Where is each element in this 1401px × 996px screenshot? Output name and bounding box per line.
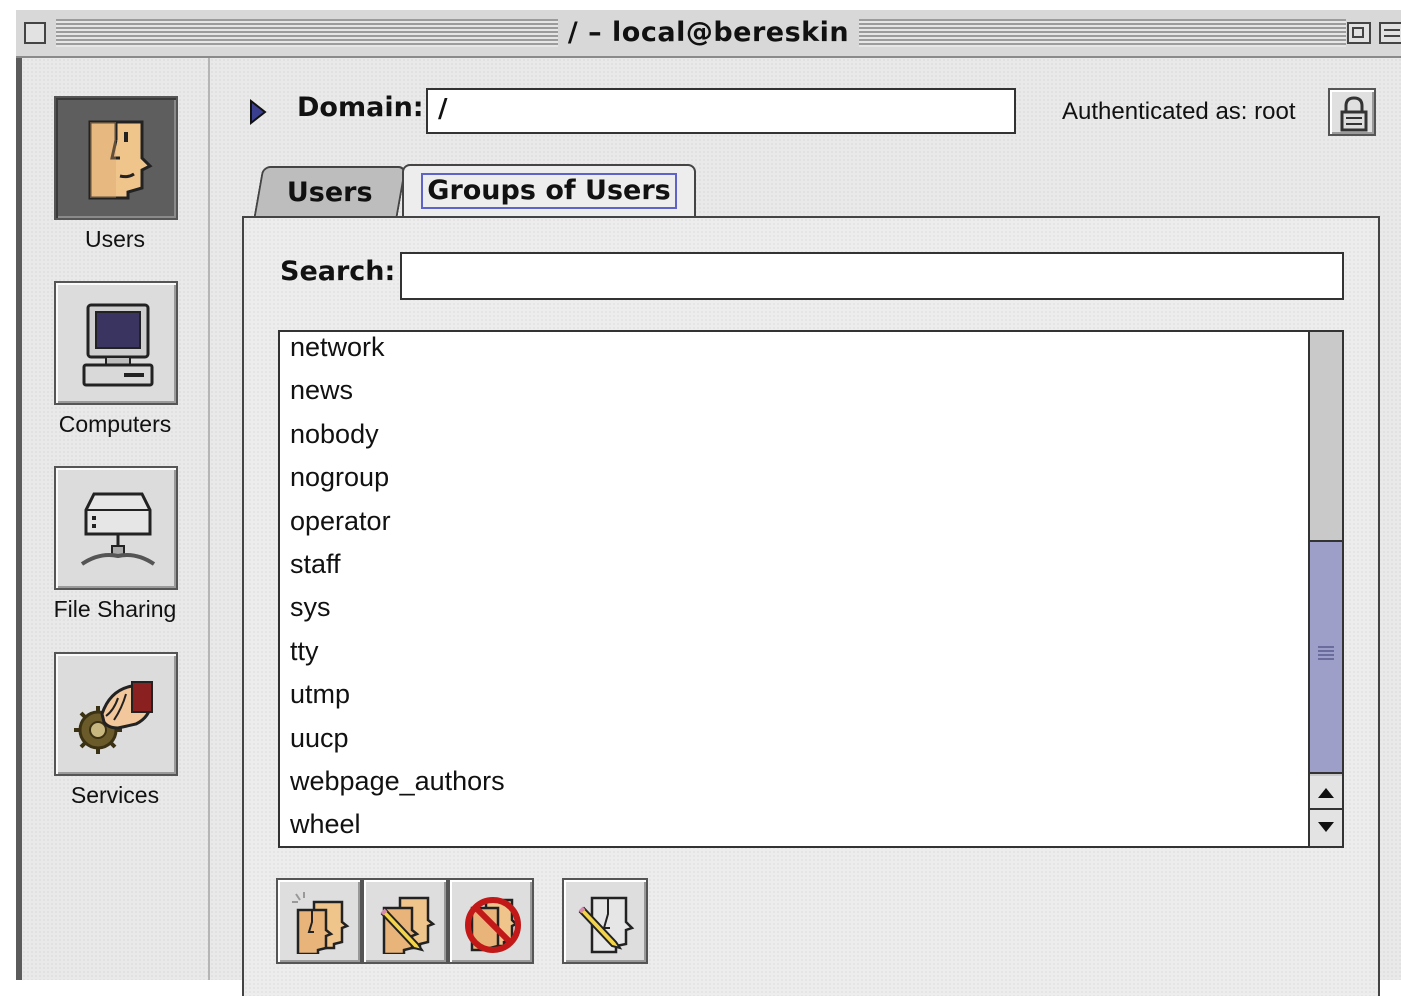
computers-button[interactable] [54,281,178,405]
list-item[interactable]: webpage_authors [280,766,1342,809]
list-item[interactable]: tty [280,636,1342,679]
tab-users-label: Users [286,177,373,208]
domain-field[interactable]: / [426,88,1016,134]
window-title: / – local@bereskin [557,17,860,48]
list-item[interactable]: utmp [280,679,1342,722]
search-label: Search: [280,256,396,287]
users-button[interactable] [54,96,178,220]
scroll-down-button[interactable] [1310,810,1342,846]
tab-panel: Search: network news nobody nogroup oper… [242,216,1380,996]
arrow-up-icon [1318,788,1334,798]
services-button[interactable] [54,652,178,776]
search-input[interactable] [400,252,1344,300]
delete-group-icon [465,897,521,953]
arrow-down-icon [1318,822,1334,832]
list-item[interactable]: nogroup [280,462,1342,505]
disclosure-triangle-icon[interactable] [248,98,268,126]
sidebar-item-label: Computers [58,411,172,437]
scroll-thumb[interactable] [1310,540,1342,774]
sidebar-item-label: File Sharing [53,596,177,622]
lock-button[interactable] [1328,88,1376,136]
computer-icon [82,303,154,387]
title-bar[interactable]: / – local@bereskin [16,10,1401,58]
new-group-button[interactable] [276,878,362,964]
list-item[interactable]: uucp [280,723,1342,766]
user-face-icon [88,120,153,200]
edit-group-icon [380,896,436,954]
duplicate-edit-icon [578,896,635,954]
list-item[interactable]: network [280,332,1342,375]
tab-users[interactable]: Users [253,166,407,218]
list-item[interactable]: sys [280,592,1342,635]
groups-list[interactable]: network news nobody nogroup operator sta… [278,330,1344,848]
lock-icon [1340,96,1368,132]
app-window: / – local@bereskin Users Computers File … [16,10,1401,996]
list-item[interactable]: nobody [280,419,1342,462]
collapse-box-icon[interactable] [1379,22,1401,44]
edit-group-button[interactable] [362,878,448,964]
tab-groups-of-users[interactable]: Groups of Users [402,164,696,220]
file-server-icon [80,492,156,566]
zoom-box-icon[interactable] [1347,22,1371,44]
services-hand-icon [74,681,153,754]
list-item[interactable]: news [280,375,1342,418]
new-group-icon [292,892,350,954]
domain-label: Domain: [297,92,424,123]
tab-groups-label: Groups of Users [421,173,677,209]
list-item[interactable]: operator [280,506,1342,549]
list-item[interactable]: wheel [280,809,1342,846]
sidebar-item-label: Services [70,782,160,808]
scroll-grip-icon [1318,646,1334,662]
file-sharing-button[interactable] [54,466,178,590]
list-scrollbar[interactable] [1308,332,1342,846]
scroll-up-button[interactable] [1310,776,1342,810]
sidebar: Users Computers File Sharing Services [22,58,210,980]
edit-user-button[interactable] [562,878,648,964]
sidebar-item-label: Users [84,226,146,252]
authenticated-as-text: Authenticated as: root [1062,98,1296,125]
delete-group-button[interactable] [448,878,534,964]
window-content: Users Computers File Sharing Services Do… [22,58,1401,996]
list-item[interactable]: staff [280,549,1342,592]
